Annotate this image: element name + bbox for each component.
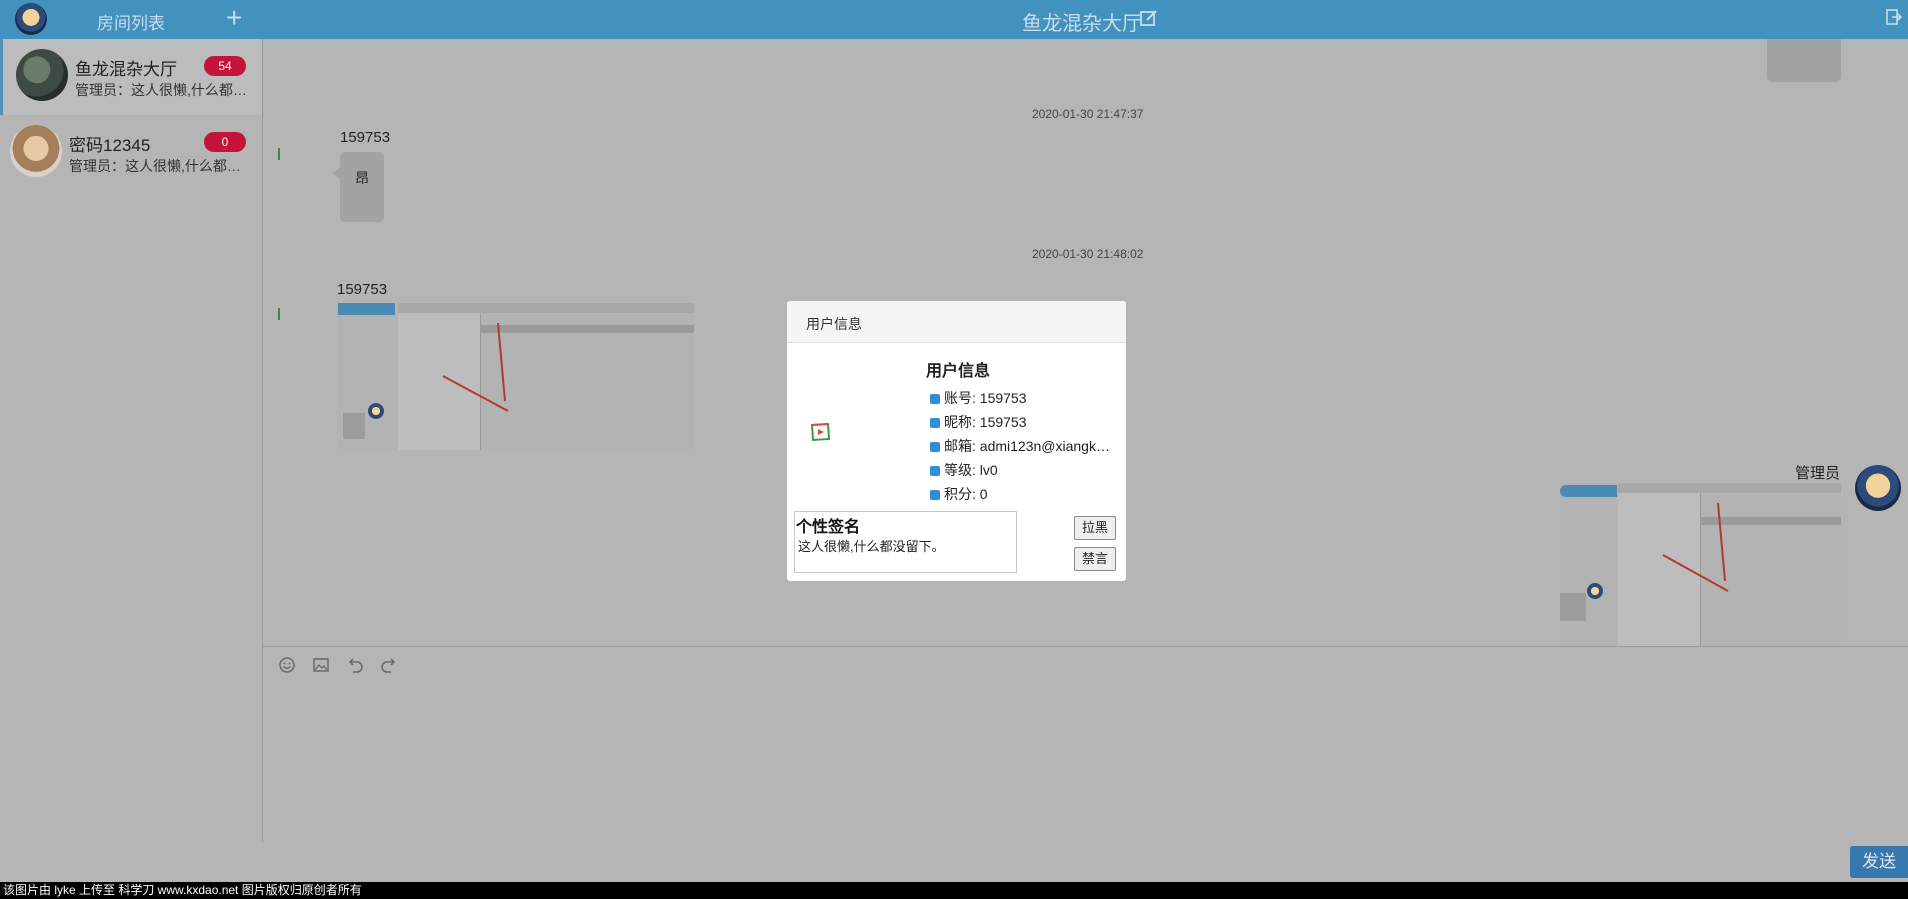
bullet-icon (930, 442, 940, 452)
watermark-footer: 该图片由 lyke 上传至 科学刀 www.kxdao.net 图片版权归原创者… (0, 882, 1908, 899)
self-avatar[interactable] (1855, 465, 1901, 511)
info-points-text: 积分: 0 (944, 486, 988, 502)
send-button[interactable]: 发送 (1850, 846, 1908, 878)
bullet-icon (930, 394, 940, 404)
info-nickname: 昵称: 159753 (930, 412, 1110, 432)
add-room-button[interactable]: + (226, 3, 242, 33)
emoji-icon[interactable] (278, 656, 296, 674)
message-marker (278, 148, 280, 160)
unread-badge: 0 (204, 132, 246, 152)
room-avatar (10, 125, 62, 177)
info-account-text: 账号: 159753 (944, 390, 1027, 406)
message-bubble (1767, 39, 1841, 82)
modal-header: 用户信息 (787, 301, 1126, 343)
info-level: 等级: lv0 (930, 460, 1110, 480)
app-logo-icon (810, 422, 831, 442)
info-account: 账号: 159753 (930, 388, 1110, 408)
user-info-modal: 用户信息 用户信息 账号: 159753 昵称: 159753 邮箱: admi… (787, 301, 1126, 581)
room-description: 管理员：这人很懒,什么都没留下。 (69, 158, 247, 174)
message-marker (278, 308, 280, 320)
room-title: 鱼龙混杂大厅 (1022, 13, 1142, 35)
room-description: 管理员：这人很懒,什么都没留下。 (75, 82, 253, 98)
message-timestamp: 2020-01-30 21:48:02 (1032, 247, 1144, 261)
image-icon[interactable] (312, 656, 330, 674)
room-avatar (16, 49, 68, 101)
signature-box: 个性签名 这人很懒,什么都没留下。 (794, 511, 1017, 573)
info-email-text: 邮箱: admi123n@xiangkua.com (944, 438, 1110, 454)
info-level-text: 等级: lv0 (944, 462, 998, 478)
message-username: 159753 (340, 129, 391, 146)
signature-title: 个性签名 (796, 519, 861, 536)
edit-icon[interactable] (1140, 9, 1158, 27)
signature-text: 这人很懒,什么都没留下。 (798, 539, 945, 554)
logout-icon[interactable] (1886, 9, 1902, 25)
room-item-password[interactable]: 密码12345 管理员：这人很懒,什么都没留下。 0 (0, 115, 262, 191)
room-list-label: 房间列表 (97, 14, 165, 33)
room-item-lobby[interactable]: 鱼龙混杂大厅 管理员：这人很懒,什么都没留下。 54 (0, 39, 262, 115)
message-bubble[interactable]: 昂 (340, 152, 384, 222)
info-title: 用户信息 (926, 363, 991, 380)
room-sidebar: 鱼龙混杂大厅 管理员：这人很懒,什么都没留下。 54 密码12345 管理员：这… (0, 39, 263, 842)
user-avatar[interactable] (15, 3, 47, 35)
message-image[interactable] (338, 303, 694, 450)
undo-icon[interactable] (346, 656, 364, 674)
message-username: 159753 (337, 281, 388, 298)
modal-header-title: 用户信息 (806, 316, 862, 332)
mute-button[interactable]: 禁言 (1074, 547, 1116, 571)
message-timestamp: 2020-01-30 21:47:37 (1032, 107, 1144, 121)
message-image[interactable] (1560, 483, 1841, 646)
bullet-icon (930, 490, 940, 500)
top-bar: 房间列表 + 鱼龙混杂大厅 (0, 0, 1908, 39)
unread-badge: 54 (204, 56, 246, 76)
info-nickname-text: 昵称: 159753 (944, 414, 1027, 430)
bullet-icon (930, 418, 940, 428)
info-points: 积分: 0 (930, 484, 1110, 504)
room-name: 鱼龙混杂大厅 (75, 60, 177, 79)
bubble-tail (332, 167, 340, 179)
message-username: 管理员 (1795, 465, 1841, 482)
room-name: 密码12345 (69, 136, 151, 155)
redo-icon[interactable] (380, 656, 398, 674)
message-composer[interactable] (263, 646, 1908, 843)
bullet-icon (930, 466, 940, 476)
info-email: 邮箱: admi123n@xiangkua.com (930, 436, 1110, 456)
blacklist-button[interactable]: 拉黑 (1074, 516, 1116, 540)
